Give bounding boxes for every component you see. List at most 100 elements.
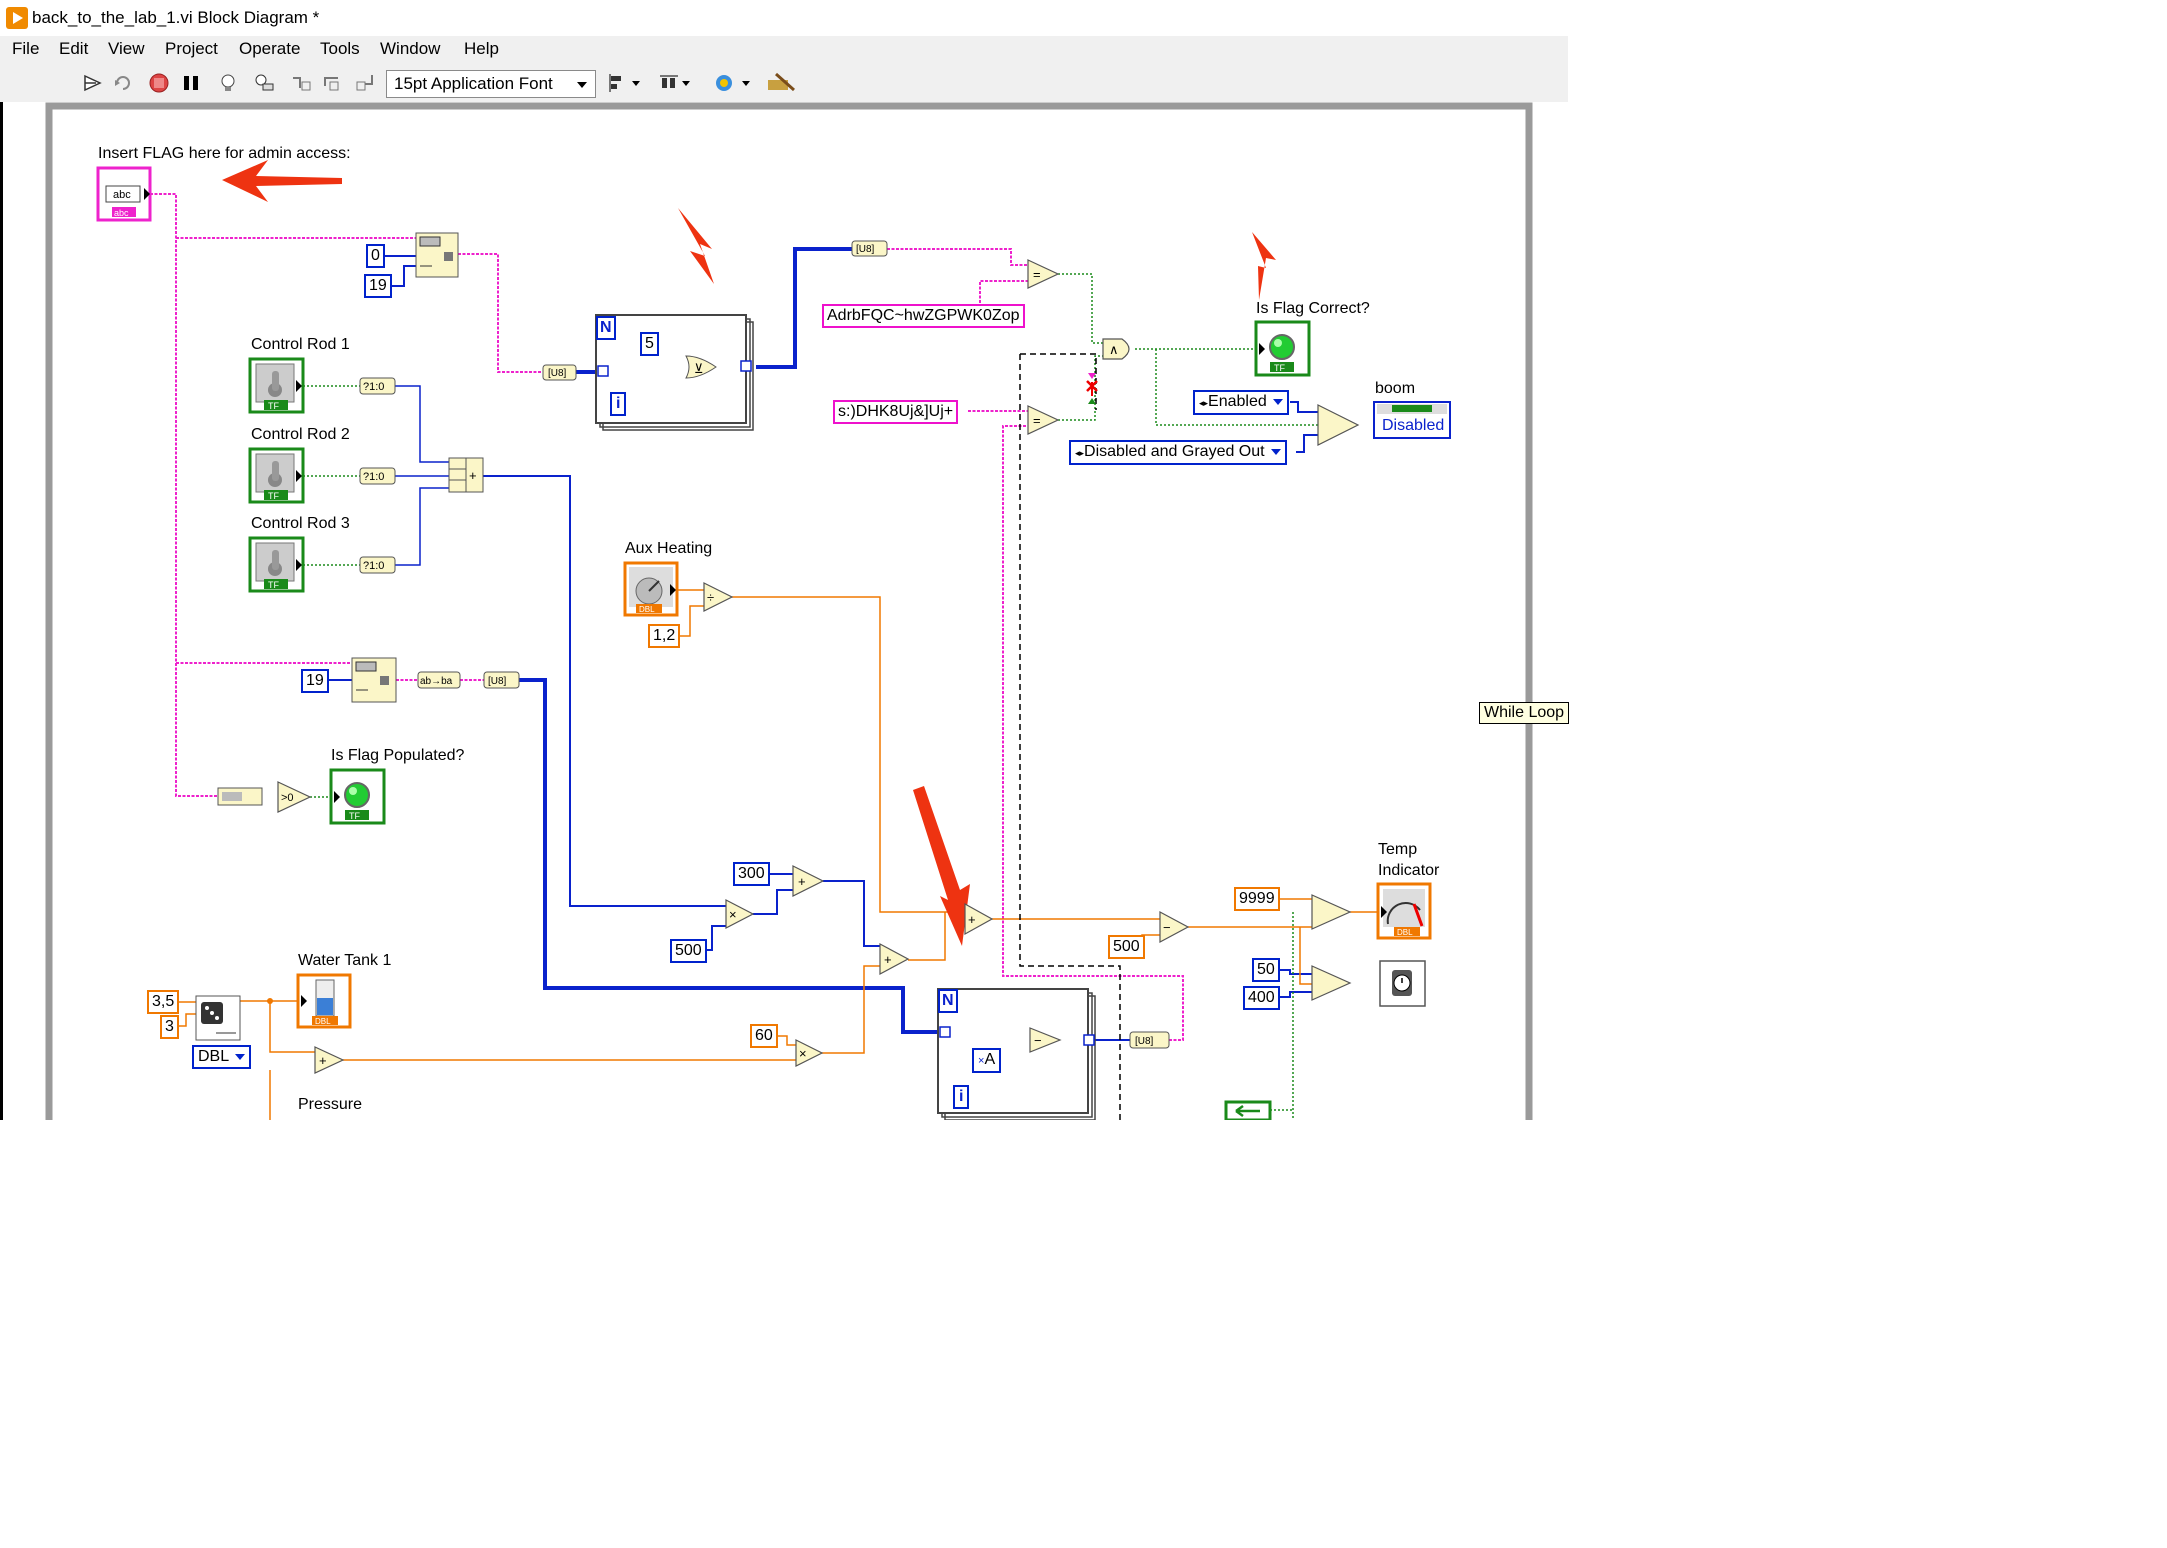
const-1-2[interactable]: 1,2 xyxy=(648,624,681,648)
enum-disabled-grayed[interactable]: ◂▸Disabled and Grayed Out xyxy=(1069,440,1287,465)
block-diagram: abc abc ⊻ = = ∧ >0 ÷ + × + + − × + − + ?… xyxy=(45,102,1533,1120)
dbl-tag-glyph-2: DBL xyxy=(315,1017,331,1026)
const-400[interactable]: 400 xyxy=(1243,986,1280,1010)
while-loop-tooltip: While Loop xyxy=(1479,702,1570,724)
wait-ms-node[interactable] xyxy=(1379,960,1426,1007)
tf-glyph-1: TF xyxy=(268,401,279,411)
aux-heating-label: Aux Heating xyxy=(625,540,713,557)
tf-glyph-5: TF xyxy=(1274,363,1285,373)
control-rod-1-label: Control Rod 1 xyxy=(251,336,350,353)
red-arrow-icon xyxy=(1252,232,1276,300)
tf-glyph-2: TF xyxy=(268,491,279,501)
u8-glyph-4: [U8] xyxy=(1135,1036,1154,1047)
red-arrow-icon xyxy=(678,208,714,284)
dbl-type-value: DBL xyxy=(198,1048,230,1065)
string-subset-node-2[interactable] xyxy=(351,657,397,703)
const-500-orange[interactable]: 500 xyxy=(1108,935,1145,959)
boolean-wires xyxy=(303,273,1318,1120)
pressure-label: Pressure xyxy=(298,1096,363,1113)
for-loop-1-count-terminal[interactable]: N xyxy=(596,316,616,340)
bool-to-num-wires xyxy=(395,385,449,566)
bool-to-num-glyph-3: ?1:0 xyxy=(363,560,384,572)
reverse-glyph: ab→ba xyxy=(420,676,453,687)
compound-add-glyph: + xyxy=(469,468,477,483)
flag-control-label: Insert FLAG here for admin access: xyxy=(98,145,351,162)
const-9999[interactable]: 9999 xyxy=(1234,887,1280,911)
dbl-tag-glyph-3: DBL xyxy=(1397,928,1413,937)
dbl-type-selector[interactable]: DBL xyxy=(192,1045,252,1069)
add-glyph-4: + xyxy=(319,1053,327,1068)
for-loop-2-count-terminal[interactable]: N xyxy=(938,989,958,1013)
for-loop-2-iteration-terminal: i xyxy=(953,1085,970,1109)
control-rod-3-label: Control Rod 3 xyxy=(251,515,350,532)
abc-glyph: abc xyxy=(113,189,131,201)
stop-terminal[interactable] xyxy=(1224,1100,1272,1120)
boom-label: boom xyxy=(1375,380,1416,397)
enum-enabled[interactable]: ◂▸Enabled xyxy=(1193,390,1289,415)
enum-enabled-value: Enabled xyxy=(1208,393,1267,410)
is-flag-correct-label: Is Flag Correct? xyxy=(1256,300,1370,317)
gt-zero-glyph: >0 xyxy=(281,792,294,804)
water-tank-label: Water Tank 1 xyxy=(298,952,392,969)
add-glyph-1: + xyxy=(798,874,806,889)
const-500-blue[interactable]: 500 xyxy=(670,939,707,963)
tf-glyph-3: TF xyxy=(268,580,279,590)
sub-glyph-2: − xyxy=(1034,1033,1042,1048)
dbl-tag-glyph-1: DBL xyxy=(639,605,655,614)
and-glyph: ∧ xyxy=(1109,342,1119,357)
const-60[interactable]: 60 xyxy=(750,1024,778,1048)
const-3[interactable]: 3 xyxy=(160,1015,179,1039)
control-rod-switches xyxy=(248,357,305,593)
max-min-node-2[interactable] xyxy=(1311,965,1352,1001)
enum-arrows-icon: ◂▸ xyxy=(1075,448,1085,458)
string-const-1[interactable]: AdrbFQC~hwZGPWK0Zop xyxy=(822,304,1025,328)
mul-glyph-2: × xyxy=(799,1046,807,1061)
temp-indicator-label-line1: Temp xyxy=(1378,841,1418,858)
mul-glyph-1: × xyxy=(729,907,737,922)
primitive-nodes xyxy=(277,259,1360,1074)
select-node-1[interactable] xyxy=(1317,404,1360,446)
for-loop-1-iteration-terminal: i xyxy=(610,392,627,416)
string-subset-node[interactable] xyxy=(415,232,459,278)
const-5[interactable]: 5 xyxy=(640,332,659,356)
tf-glyph-4: TF xyxy=(349,811,360,821)
add-glyph-3: + xyxy=(968,912,976,927)
sub-glyph-1: − xyxy=(1163,920,1171,935)
while-loop-frame[interactable] xyxy=(45,102,1533,1120)
div-glyph: ÷ xyxy=(707,590,714,605)
add-glyph-2: + xyxy=(884,952,892,967)
control-rod-2-label: Control Rod 2 xyxy=(251,426,350,443)
const-19-middle[interactable]: 19 xyxy=(301,669,329,693)
eq-glyph-2: = xyxy=(1033,413,1041,428)
bool-to-num-glyph-1: ?1:0 xyxy=(363,381,384,393)
u8-glyph-1: [U8] xyxy=(548,368,567,379)
compound-add-node[interactable] xyxy=(448,457,484,493)
boom-indicator-value: Disabled xyxy=(1382,417,1445,434)
const-19-top[interactable]: 19 xyxy=(364,274,392,298)
integer-wires xyxy=(328,255,1318,1061)
eq-glyph-1: = xyxy=(1033,267,1041,282)
const-300[interactable]: 300 xyxy=(733,862,770,886)
const-0[interactable]: 0 xyxy=(366,244,385,268)
const-50[interactable]: 50 xyxy=(1252,958,1280,982)
u8-glyph-3: [U8] xyxy=(488,676,507,687)
const-3-5[interactable]: 3,5 xyxy=(147,990,180,1014)
chevron-down-icon xyxy=(1270,448,1281,455)
random-number-node[interactable] xyxy=(195,995,241,1041)
u8-glyph-2: [U8] xyxy=(856,244,875,255)
temp-indicator-label-line2: Indicator xyxy=(1378,862,1440,879)
enum-disabled-grayed-value: Disabled and Grayed Out xyxy=(1084,443,1265,460)
bool-to-num-glyph-2: ?1:0 xyxy=(363,471,384,483)
const-a[interactable]: ×A xyxy=(972,1048,1002,1073)
string-const-2[interactable]: s:)DHK8Uj&]Uj+ xyxy=(833,400,959,424)
chevron-down-icon xyxy=(1272,398,1283,405)
chevron-down-icon xyxy=(235,1053,246,1060)
max-min-node-1[interactable] xyxy=(1311,894,1352,930)
red-arrow-icon xyxy=(222,160,342,202)
abc-tag-glyph: abc xyxy=(114,208,129,218)
enum-arrows-icon: ◂▸ xyxy=(1199,398,1209,408)
is-flag-populated-label: Is Flag Populated? xyxy=(331,747,465,764)
red-arrow-icon xyxy=(913,786,970,946)
xor-glyph: ⊻ xyxy=(694,361,704,376)
const-a-value: A xyxy=(984,1051,996,1068)
